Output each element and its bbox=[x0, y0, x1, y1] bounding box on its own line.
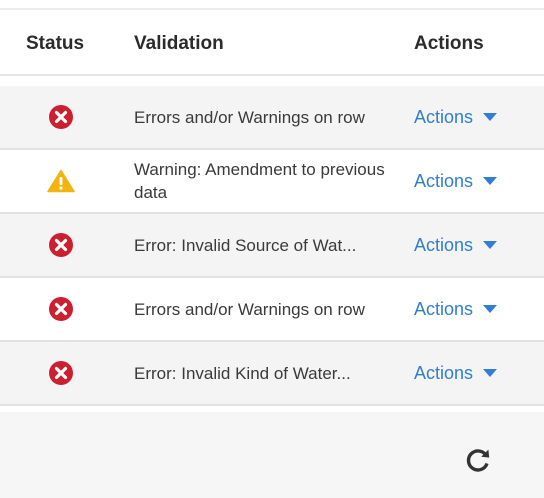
refresh-button[interactable] bbox=[462, 444, 494, 476]
validation-cell: Error: Invalid Source of Wat... bbox=[122, 234, 390, 257]
error-icon bbox=[0, 296, 122, 322]
validation-text: Error: Invalid Source of Wat... bbox=[134, 235, 357, 255]
caret-down-icon bbox=[483, 241, 498, 249]
actions-label: Actions bbox=[414, 106, 474, 127]
header-actions: Actions bbox=[414, 33, 484, 54]
header-validation: Validation bbox=[134, 33, 224, 54]
actions-dropdown-button[interactable]: Actions bbox=[390, 298, 498, 320]
caret-down-icon bbox=[483, 177, 498, 185]
validation-text: Warning: Amendment to previous data bbox=[134, 160, 385, 202]
header-spacer bbox=[0, 76, 544, 86]
table-row: Warning: Amendment to previous data Acti… bbox=[0, 150, 544, 214]
table-row: Error: Invalid Source of Wat... Actions bbox=[0, 214, 544, 278]
validation-cell: Errors and/or Warnings on row bbox=[122, 298, 390, 321]
caret-down-icon bbox=[483, 113, 498, 121]
validation-text: Error: Invalid Kind of Water... bbox=[134, 363, 351, 383]
table-row: Errors and/or Warnings on row Actions bbox=[0, 86, 544, 150]
validation-panel: Status Validation Actions Errors and/or … bbox=[0, 0, 544, 498]
table-header: Status Validation Actions bbox=[0, 14, 544, 76]
validation-text: Errors and/or Warnings on row bbox=[134, 107, 365, 127]
validation-table: Status Validation Actions Errors and/or … bbox=[0, 14, 544, 406]
actions-cell: Actions bbox=[390, 171, 544, 192]
error-icon bbox=[0, 360, 122, 386]
refresh-icon bbox=[466, 449, 490, 472]
header-status: Status bbox=[26, 33, 85, 54]
actions-dropdown-button[interactable]: Actions bbox=[390, 362, 498, 384]
actions-cell: Actions bbox=[390, 299, 544, 320]
actions-dropdown-button[interactable]: Actions bbox=[390, 234, 498, 256]
actions-label: Actions bbox=[414, 234, 474, 255]
caret-down-icon bbox=[483, 369, 498, 377]
error-icon bbox=[0, 104, 122, 130]
actions-cell: Actions bbox=[390, 363, 544, 384]
actions-label: Actions bbox=[414, 298, 474, 319]
table-row: Error: Invalid Kind of Water... Actions bbox=[0, 342, 544, 406]
validation-text: Errors and/or Warnings on row bbox=[134, 299, 365, 319]
actions-cell: Actions bbox=[390, 235, 544, 256]
actions-dropdown-button[interactable]: Actions bbox=[390, 170, 498, 192]
actions-dropdown-button[interactable]: Actions bbox=[390, 106, 498, 128]
validation-cell: Warning: Amendment to previous data bbox=[122, 158, 390, 204]
caret-down-icon bbox=[483, 305, 498, 313]
table-footer bbox=[0, 412, 544, 498]
table-row: Errors and/or Warnings on row Actions bbox=[0, 278, 544, 342]
validation-cell: Errors and/or Warnings on row bbox=[122, 106, 390, 129]
error-icon bbox=[0, 232, 122, 258]
validation-cell: Error: Invalid Kind of Water... bbox=[122, 362, 390, 385]
top-divider bbox=[0, 8, 544, 10]
actions-label: Actions bbox=[414, 362, 474, 383]
actions-cell: Actions bbox=[390, 107, 544, 128]
warning-icon bbox=[0, 169, 122, 193]
actions-label: Actions bbox=[414, 170, 474, 191]
